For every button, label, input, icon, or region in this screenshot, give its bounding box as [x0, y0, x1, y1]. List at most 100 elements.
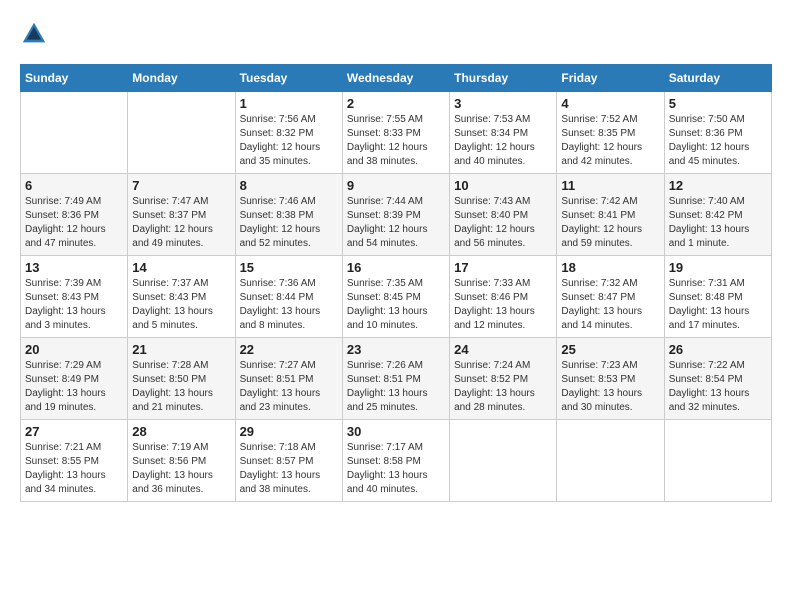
calendar-cell: 24 Sunrise: 7:24 AMSunset: 8:52 PMDayligh… — [450, 338, 557, 420]
day-info: Sunrise: 7:19 AMSunset: 8:56 PMDaylight:… — [132, 441, 230, 497]
calendar-body: 1 Sunrise: 7:56 AMSunset: 8:32 PMDaylight… — [21, 92, 772, 502]
day-info: Sunrise: 7:56 AMSunset: 8:32 PMDaylight:… — [240, 113, 338, 169]
calendar-header: SundayMondayTuesdayWednesdayThursdayFrid… — [21, 65, 772, 92]
calendar-cell — [21, 92, 128, 174]
day-number: 29 — [240, 424, 338, 439]
header-cell-sunday: Sunday — [21, 65, 128, 92]
day-info: Sunrise: 7:46 AMSunset: 8:38 PMDaylight:… — [240, 195, 338, 251]
calendar-cell: 5 Sunrise: 7:50 AMSunset: 8:36 PMDaylight… — [664, 92, 771, 174]
calendar-cell — [450, 420, 557, 502]
day-number: 20 — [25, 342, 123, 357]
day-info: Sunrise: 7:23 AMSunset: 8:53 PMDaylight:… — [561, 359, 659, 415]
day-info: Sunrise: 7:33 AMSunset: 8:46 PMDaylight:… — [454, 277, 552, 333]
day-number: 6 — [25, 178, 123, 193]
day-number: 8 — [240, 178, 338, 193]
day-number: 9 — [347, 178, 445, 193]
day-info: Sunrise: 7:49 AMSunset: 8:36 PMDaylight:… — [25, 195, 123, 251]
day-info: Sunrise: 7:28 AMSunset: 8:50 PMDaylight:… — [132, 359, 230, 415]
day-info: Sunrise: 7:18 AMSunset: 8:57 PMDaylight:… — [240, 441, 338, 497]
day-number: 17 — [454, 260, 552, 275]
day-info: Sunrise: 7:27 AMSunset: 8:51 PMDaylight:… — [240, 359, 338, 415]
calendar-cell: 1 Sunrise: 7:56 AMSunset: 8:32 PMDaylight… — [235, 92, 342, 174]
header-cell-thursday: Thursday — [450, 65, 557, 92]
calendar-cell: 9 Sunrise: 7:44 AMSunset: 8:39 PMDaylight… — [342, 174, 449, 256]
day-info: Sunrise: 7:31 AMSunset: 8:48 PMDaylight:… — [669, 277, 767, 333]
calendar-cell: 7 Sunrise: 7:47 AMSunset: 8:37 PMDaylight… — [128, 174, 235, 256]
week-row: 20 Sunrise: 7:29 AMSunset: 8:49 PMDayligh… — [21, 338, 772, 420]
day-info: Sunrise: 7:35 AMSunset: 8:45 PMDaylight:… — [347, 277, 445, 333]
day-number: 24 — [454, 342, 552, 357]
calendar-table: SundayMondayTuesdayWednesdayThursdayFrid… — [20, 64, 772, 502]
day-number: 14 — [132, 260, 230, 275]
day-info: Sunrise: 7:47 AMSunset: 8:37 PMDaylight:… — [132, 195, 230, 251]
calendar-cell: 29 Sunrise: 7:18 AMSunset: 8:57 PMDayligh… — [235, 420, 342, 502]
calendar-cell: 10 Sunrise: 7:43 AMSunset: 8:40 PMDayligh… — [450, 174, 557, 256]
day-info: Sunrise: 7:50 AMSunset: 8:36 PMDaylight:… — [669, 113, 767, 169]
day-number: 7 — [132, 178, 230, 193]
day-info: Sunrise: 7:29 AMSunset: 8:49 PMDaylight:… — [25, 359, 123, 415]
calendar-cell: 13 Sunrise: 7:39 AMSunset: 8:43 PMDayligh… — [21, 256, 128, 338]
day-info: Sunrise: 7:24 AMSunset: 8:52 PMDaylight:… — [454, 359, 552, 415]
day-info: Sunrise: 7:22 AMSunset: 8:54 PMDaylight:… — [669, 359, 767, 415]
day-number: 22 — [240, 342, 338, 357]
calendar-cell: 6 Sunrise: 7:49 AMSunset: 8:36 PMDaylight… — [21, 174, 128, 256]
day-number: 11 — [561, 178, 659, 193]
day-info: Sunrise: 7:39 AMSunset: 8:43 PMDaylight:… — [25, 277, 123, 333]
calendar-cell: 14 Sunrise: 7:37 AMSunset: 8:43 PMDayligh… — [128, 256, 235, 338]
header — [20, 20, 772, 48]
calendar-cell: 18 Sunrise: 7:32 AMSunset: 8:47 PMDayligh… — [557, 256, 664, 338]
calendar-cell: 20 Sunrise: 7:29 AMSunset: 8:49 PMDayligh… — [21, 338, 128, 420]
day-info: Sunrise: 7:36 AMSunset: 8:44 PMDaylight:… — [240, 277, 338, 333]
calendar-cell: 19 Sunrise: 7:31 AMSunset: 8:48 PMDayligh… — [664, 256, 771, 338]
logo-icon — [20, 20, 48, 48]
calendar-cell: 4 Sunrise: 7:52 AMSunset: 8:35 PMDaylight… — [557, 92, 664, 174]
day-info: Sunrise: 7:43 AMSunset: 8:40 PMDaylight:… — [454, 195, 552, 251]
header-cell-wednesday: Wednesday — [342, 65, 449, 92]
day-number: 5 — [669, 96, 767, 111]
calendar-cell — [557, 420, 664, 502]
day-info: Sunrise: 7:32 AMSunset: 8:47 PMDaylight:… — [561, 277, 659, 333]
day-info: Sunrise: 7:26 AMSunset: 8:51 PMDaylight:… — [347, 359, 445, 415]
week-row: 27 Sunrise: 7:21 AMSunset: 8:55 PMDayligh… — [21, 420, 772, 502]
day-info: Sunrise: 7:40 AMSunset: 8:42 PMDaylight:… — [669, 195, 767, 251]
header-cell-tuesday: Tuesday — [235, 65, 342, 92]
day-number: 28 — [132, 424, 230, 439]
day-info: Sunrise: 7:52 AMSunset: 8:35 PMDaylight:… — [561, 113, 659, 169]
day-number: 12 — [669, 178, 767, 193]
day-number: 27 — [25, 424, 123, 439]
day-number: 19 — [669, 260, 767, 275]
day-info: Sunrise: 7:37 AMSunset: 8:43 PMDaylight:… — [132, 277, 230, 333]
calendar-cell — [128, 92, 235, 174]
calendar-cell: 22 Sunrise: 7:27 AMSunset: 8:51 PMDayligh… — [235, 338, 342, 420]
calendar-cell: 23 Sunrise: 7:26 AMSunset: 8:51 PMDayligh… — [342, 338, 449, 420]
calendar-cell: 16 Sunrise: 7:35 AMSunset: 8:45 PMDayligh… — [342, 256, 449, 338]
day-number: 3 — [454, 96, 552, 111]
day-number: 1 — [240, 96, 338, 111]
day-number: 10 — [454, 178, 552, 193]
day-number: 26 — [669, 342, 767, 357]
day-info: Sunrise: 7:17 AMSunset: 8:58 PMDaylight:… — [347, 441, 445, 497]
day-number: 21 — [132, 342, 230, 357]
day-number: 18 — [561, 260, 659, 275]
calendar-cell: 27 Sunrise: 7:21 AMSunset: 8:55 PMDayligh… — [21, 420, 128, 502]
day-info: Sunrise: 7:21 AMSunset: 8:55 PMDaylight:… — [25, 441, 123, 497]
calendar-cell: 2Sunrise: 7:55 AMSunset: 8:33 PMDaylight… — [342, 92, 449, 174]
calendar-cell: 28 Sunrise: 7:19 AMSunset: 8:56 PMDayligh… — [128, 420, 235, 502]
day-number: 23 — [347, 342, 445, 357]
calendar-cell: 12 Sunrise: 7:40 AMSunset: 8:42 PMDayligh… — [664, 174, 771, 256]
calendar-cell: 25 Sunrise: 7:23 AMSunset: 8:53 PMDayligh… — [557, 338, 664, 420]
header-cell-monday: Monday — [128, 65, 235, 92]
header-cell-saturday: Saturday — [664, 65, 771, 92]
week-row: 13 Sunrise: 7:39 AMSunset: 8:43 PMDayligh… — [21, 256, 772, 338]
day-number: 4 — [561, 96, 659, 111]
day-number: 16 — [347, 260, 445, 275]
day-info: Sunrise: 7:44 AMSunset: 8:39 PMDaylight:… — [347, 195, 445, 251]
day-number: 2 — [347, 96, 445, 111]
calendar-cell: 30Sunrise: 7:17 AMSunset: 8:58 PMDayligh… — [342, 420, 449, 502]
logo — [20, 20, 52, 48]
day-number: 25 — [561, 342, 659, 357]
calendar-cell: 11Sunrise: 7:42 AMSunset: 8:41 PMDayligh… — [557, 174, 664, 256]
calendar-cell: 21 Sunrise: 7:28 AMSunset: 8:50 PMDayligh… — [128, 338, 235, 420]
day-number: 13 — [25, 260, 123, 275]
calendar-cell: 15Sunrise: 7:36 AMSunset: 8:44 PMDayligh… — [235, 256, 342, 338]
